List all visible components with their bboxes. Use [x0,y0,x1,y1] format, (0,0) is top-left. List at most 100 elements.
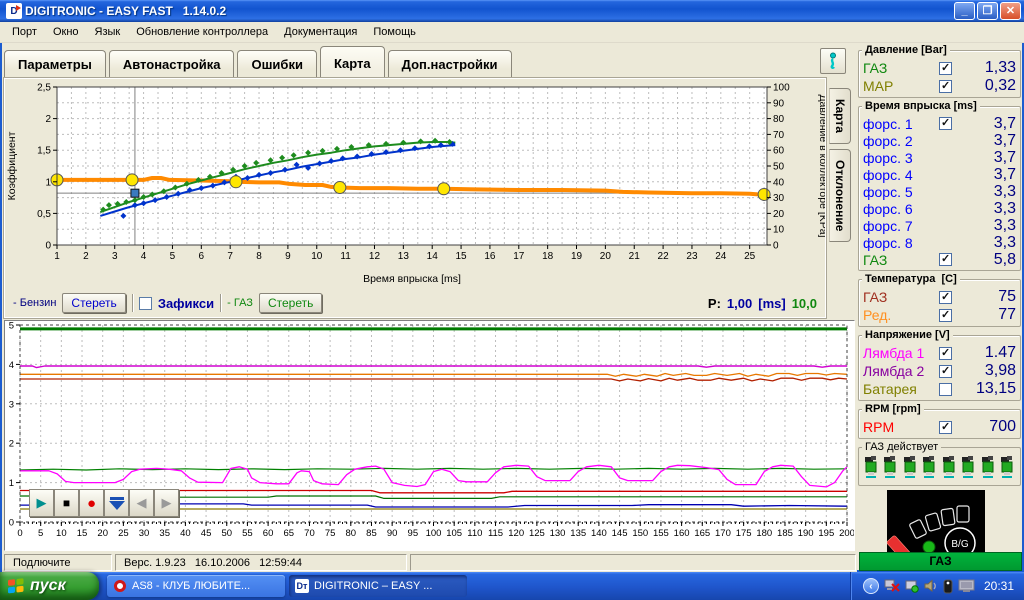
svg-text:130: 130 [550,528,566,539]
svg-text:2,5: 2,5 [37,83,51,94]
param-row: форс. 3 3,7 [863,149,1016,166]
svg-text:90: 90 [773,98,785,109]
opera-icon [113,579,127,593]
param-label: Лямбда 2 [863,363,939,379]
map-panel: 1234567891011121314151617181920212223242… [4,78,826,318]
status-version: Верс. 1.9.23 16.10.2006 12:59:44 [115,554,407,571]
map-chart[interactable]: 1234567891011121314151617181920212223242… [5,79,825,288]
minimize-button[interactable]: _ [954,2,975,20]
svg-text:75: 75 [325,528,336,539]
connection-icon[interactable] [905,579,919,593]
prev-button[interactable]: ◀ [129,489,154,517]
start-button[interactable]: пуск [0,572,99,600]
param-checkbox[interactable] [939,253,952,266]
param-checkbox[interactable] [939,365,952,378]
injector-indicator-2 [883,456,898,482]
param-label: форс. 3 [863,150,939,166]
start-label: пуск [30,577,66,595]
side-tab-karta[interactable]: Карта [829,88,851,144]
param-checkbox[interactable] [939,309,952,322]
param-row: форс. 43,7 [863,166,1016,183]
person-icon [826,52,840,70]
erase-benzin-button[interactable]: Стереть [62,293,125,313]
network-offline-icon[interactable] [884,579,900,593]
param-row: ГАЗ5,8 [863,251,1016,268]
fix-checkbox[interactable] [139,297,152,310]
param-label: Батарея [863,381,939,397]
collapse-chevron-icon[interactable]: ‹ [863,578,879,594]
play-button[interactable]: ▶ [29,489,54,517]
stop-button[interactable]: ■ [54,489,79,517]
tab-oshibki[interactable]: Ошибки [237,50,316,77]
record-button[interactable]: ● [79,489,104,517]
display-icon[interactable] [958,579,975,593]
param-row: MAP0,32 [863,77,1016,95]
param-row: ГАЗ 1,33 [863,59,1016,77]
menu-item-6[interactable]: Помощь [365,23,424,41]
next-button[interactable]: ▶ [154,489,179,517]
svg-text:40: 40 [180,528,191,539]
tab-parametry[interactable]: Параметры [4,50,106,77]
param-checkbox[interactable] [939,291,952,304]
menu-item-5[interactable]: Документация [276,23,365,41]
tab-karta[interactable]: Карта [320,46,385,77]
param-checkbox[interactable] [939,62,952,75]
param-checkbox[interactable] [939,421,952,434]
svg-text:165: 165 [694,528,710,539]
status-connection: Подлючите [4,554,112,571]
param-row: Батарея 13,15 [863,380,1016,398]
menu-item-1[interactable]: Порт [4,23,45,41]
param-value: 3,7 [952,149,1016,167]
param-label: ГАЗ [863,60,939,76]
menu-item-3[interactable]: Язык [87,23,129,41]
svg-text:80: 80 [346,528,357,539]
info-button[interactable] [820,48,846,74]
param-label: форс. 1 [863,116,939,132]
group-title: Давление [Bar] [862,44,950,56]
task-label: DIGITRONIC – EASY ... [314,580,432,592]
p-unit: [ms] [758,296,785,311]
svg-text:Коэффициент: Коэффициент [6,131,18,200]
volume-icon[interactable] [924,579,938,593]
param-value: 1,33 [952,59,1016,77]
svg-text:195: 195 [818,528,834,539]
svg-text:175: 175 [736,528,752,539]
menu-item-4[interactable]: Обновление контроллера [128,23,276,41]
param-value: 3,7 [952,166,1016,184]
svg-text:18: 18 [542,251,554,262]
svg-text:70: 70 [304,528,315,539]
svg-text:105: 105 [446,528,462,539]
param-checkbox[interactable] [939,80,952,93]
svg-text:60: 60 [773,146,785,157]
system-tray: ‹ 20:31 [850,572,1024,600]
svg-text:160: 160 [674,528,690,539]
svg-text:20: 20 [773,209,785,220]
param-value: 0,32 [952,77,1016,95]
side-tab-otklonenie[interactable]: Отклонение [829,149,851,242]
menu-item-2[interactable]: Окно [45,23,87,41]
save-down-button[interactable] [104,489,129,517]
param-value: 13,15 [952,380,1016,398]
group-title: Время впрыска [ms] [862,100,980,112]
scope-chart[interactable]: 0510152025303540455055606570758085909510… [5,321,854,552]
erase-gas-button[interactable]: Стереть [259,293,322,313]
tab-dop-nastroyki[interactable]: Доп.настройки [388,50,512,77]
tab-avtonastroyka[interactable]: Автонастройка [109,50,235,77]
scope-panel: 0510152025303540455055606570758085909510… [4,320,855,551]
param-checkbox[interactable] [939,347,952,360]
param-label: Ред. [863,307,939,323]
svg-text:3: 3 [9,399,14,410]
param-row: RPM700 [863,418,1016,436]
restore-button[interactable]: ❐ [977,2,998,20]
device-icon[interactable] [943,579,953,594]
svg-text:115: 115 [488,528,503,539]
tab-strip: ПараметрыАвтонастройкаОшибкиКартаДоп.нас… [4,46,515,77]
close-button[interactable]: ✕ [1000,2,1021,20]
taskbar-task-digitronic[interactable]: DтDIGITRONIC – EASY ... [289,575,467,597]
taskbar-task-opera[interactable]: AS8 - КЛУБ ЛЮБИТЕ... [107,575,285,597]
param-label: форс. 6 [863,201,939,217]
param-label: ГАЗ [863,252,939,268]
param-checkbox[interactable] [939,117,952,130]
param-checkbox[interactable] [939,383,952,396]
injector-indicators [862,456,1017,482]
